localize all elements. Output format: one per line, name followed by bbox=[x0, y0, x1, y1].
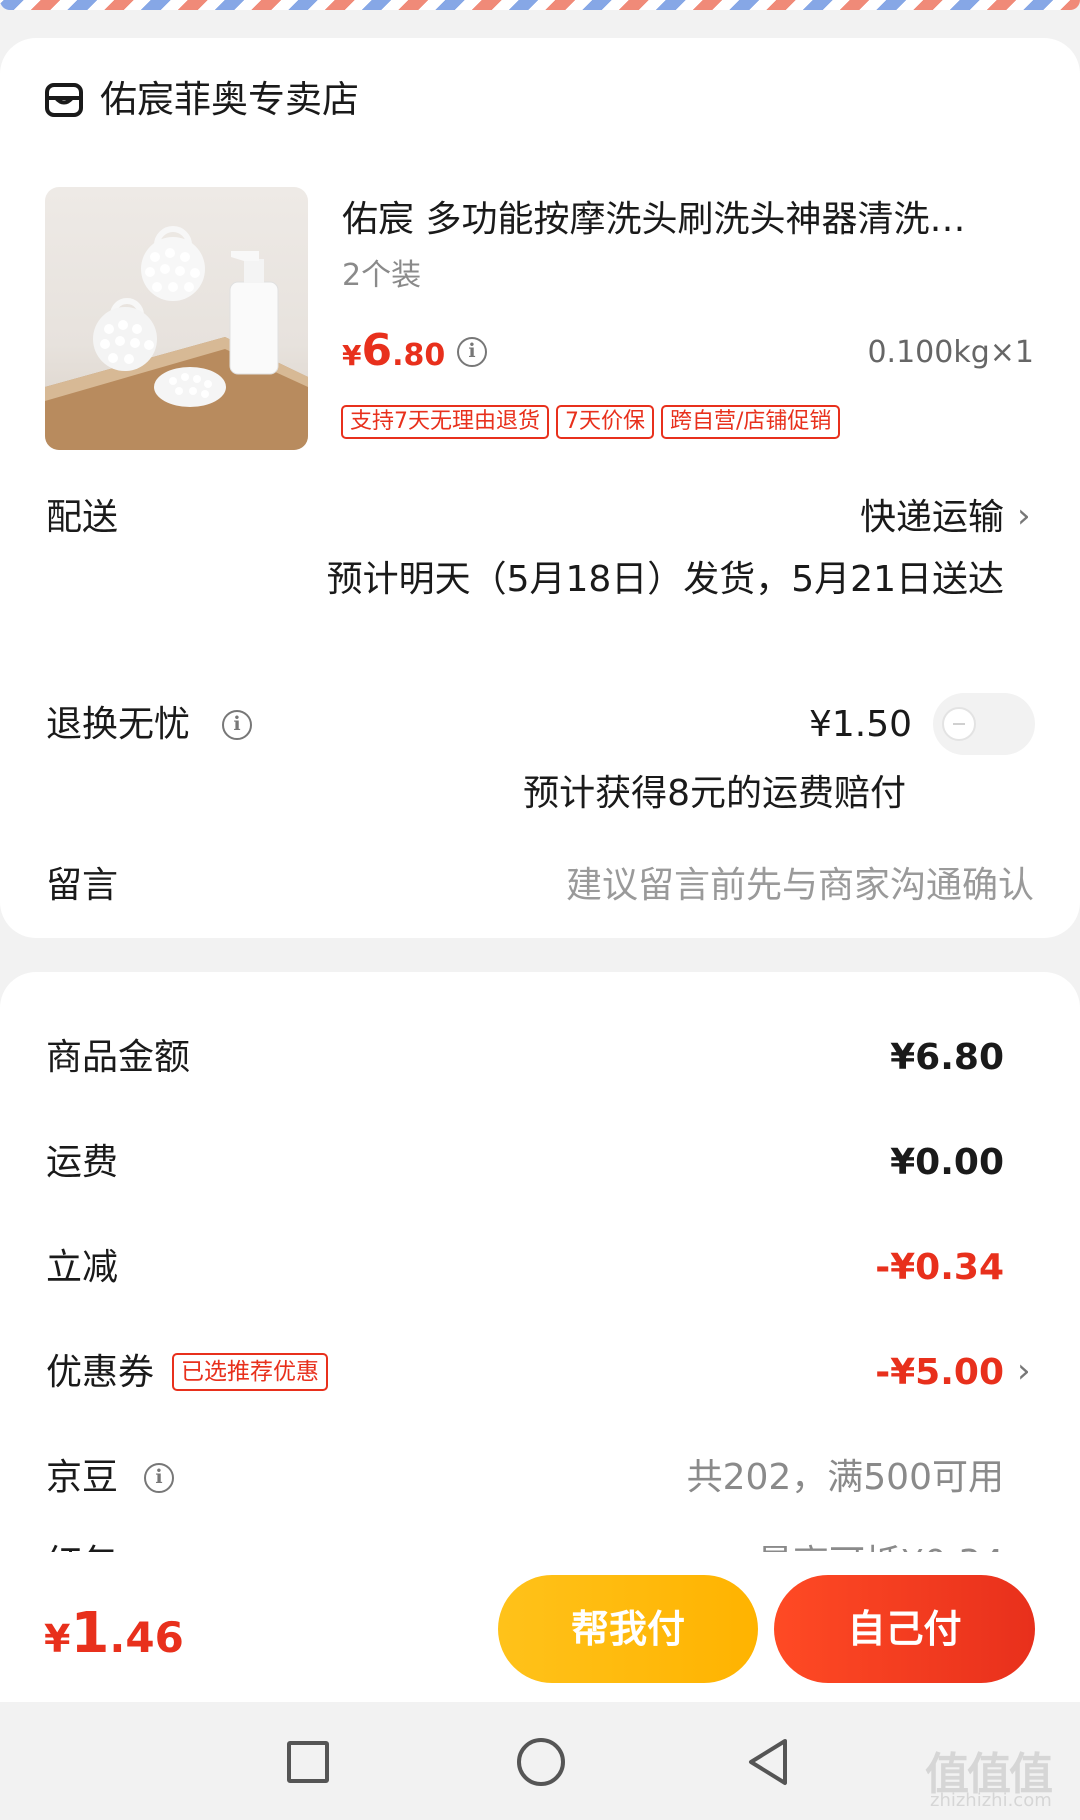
toggle-knob bbox=[942, 707, 976, 741]
shipping-label: 运费 bbox=[46, 1142, 119, 1183]
service-tag: 支持7天无理由退货 bbox=[341, 405, 549, 439]
discount-label: 立减 bbox=[46, 1247, 119, 1288]
help-pay-button[interactable]: 帮我付 bbox=[498, 1575, 758, 1683]
chevron-right-icon[interactable]: › bbox=[1017, 492, 1031, 540]
service-tag: 跨自营/店铺促销 bbox=[661, 405, 841, 439]
price-decimal: .80 bbox=[392, 338, 446, 373]
jd-beans-value: 共202，满500可用 bbox=[686, 1457, 1004, 1498]
total-symbol: ¥ bbox=[44, 1617, 71, 1661]
product-spec: 2个装 bbox=[342, 258, 422, 293]
delivery-label: 配送 bbox=[46, 497, 119, 538]
return-insurance-toggle[interactable] bbox=[933, 693, 1035, 755]
product-image[interactable] bbox=[45, 187, 308, 450]
delivery-estimate: 预计明天（5月18日）发货，5月21日送达 bbox=[326, 559, 1004, 600]
envelope-stripe bbox=[0, 0, 1080, 10]
coupon-badge: 已选推荐优惠 bbox=[172, 1353, 328, 1391]
home-icon[interactable] bbox=[517, 1738, 565, 1786]
message-label: 留言 bbox=[46, 865, 119, 906]
info-icon[interactable]: i bbox=[144, 1463, 174, 1493]
jd-beans-label: 京豆 bbox=[46, 1457, 119, 1498]
price-symbol: ¥ bbox=[342, 339, 362, 372]
product-title[interactable]: 佑宸 多功能按摩洗头刷洗头神器清洗… bbox=[342, 196, 1022, 244]
message-input[interactable]: 建议留言前先与商家沟通确认 bbox=[566, 862, 1034, 910]
total-decimal: .46 bbox=[109, 1613, 184, 1662]
shop-name[interactable]: 佑宸菲奥专卖店 bbox=[100, 76, 359, 124]
service-tag: 7天价保 bbox=[556, 405, 654, 439]
return-insurance-price: ¥1.50 bbox=[808, 704, 912, 745]
coupon-value[interactable]: -¥5.00 bbox=[875, 1349, 1004, 1397]
product-price: ¥6.80 bbox=[342, 326, 445, 385]
price-integer: 6 bbox=[361, 325, 393, 376]
total-integer: 1 bbox=[70, 1601, 110, 1666]
recent-apps-icon[interactable] bbox=[287, 1741, 329, 1783]
chevron-right-icon[interactable]: › bbox=[1017, 1347, 1031, 1395]
goods-amount-label: 商品金额 bbox=[46, 1037, 191, 1078]
delivery-method[interactable]: 快递运输 bbox=[860, 494, 1004, 542]
product-weight: 0.100kg×1 bbox=[867, 335, 1034, 370]
total-price: ¥1.46 bbox=[44, 1602, 184, 1679]
goods-amount-value: ¥6.80 bbox=[890, 1037, 1004, 1078]
watermark-url: zhizhizhi.com bbox=[930, 1790, 1052, 1811]
discount-value: -¥0.34 bbox=[875, 1247, 1004, 1288]
shipping-value: ¥0.00 bbox=[890, 1142, 1004, 1183]
return-insurance-note: 预计获得8元的运费赔付 bbox=[523, 773, 906, 814]
self-pay-button[interactable]: 自己付 bbox=[774, 1575, 1035, 1683]
store-icon bbox=[45, 83, 83, 117]
price-summary-card: 商品金额 ¥6.80 运费 ¥0.00 立减 -¥0.34 优惠券 已选推荐优惠… bbox=[0, 972, 1080, 1592]
price-info-icon[interactable]: i bbox=[457, 337, 487, 367]
back-icon[interactable] bbox=[745, 1737, 791, 1787]
info-icon[interactable]: i bbox=[222, 710, 252, 740]
return-insurance-label: 退换无忧 bbox=[46, 704, 191, 745]
coupon-label: 优惠券 bbox=[46, 1352, 155, 1393]
service-tags: 支持7天无理由退货 7天价保 跨自营/店铺促销 bbox=[341, 405, 841, 439]
